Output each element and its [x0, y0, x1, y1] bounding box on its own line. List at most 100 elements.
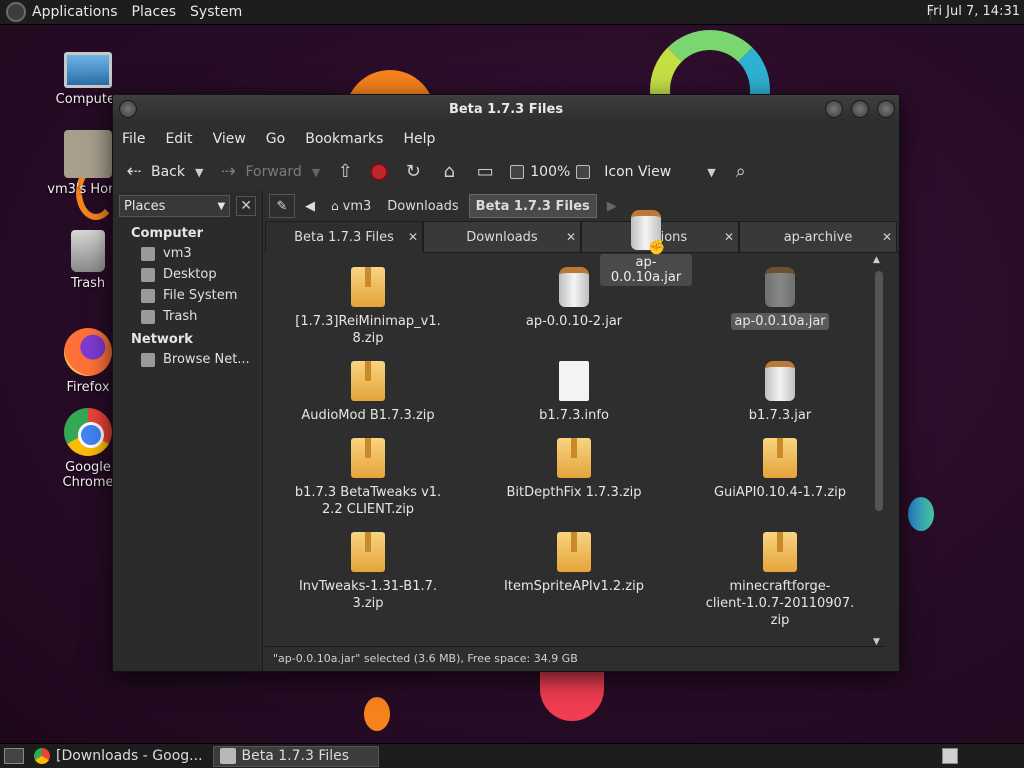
stop-icon: [370, 163, 389, 181]
archive-icon: [351, 361, 385, 401]
firefox-icon: [64, 328, 112, 376]
forward-history-dropdown-icon[interactable]: ▼: [312, 166, 320, 179]
location-edit-icon[interactable]: ✎: [269, 194, 295, 218]
forward-button[interactable]: ⇢ Forward: [217, 161, 302, 183]
show-desktop-icon[interactable]: [4, 748, 24, 764]
places-menu[interactable]: Places: [132, 4, 177, 20]
taskbar-item-file-manager[interactable]: Beta 1.7.3 Files: [212, 745, 379, 767]
computer-button[interactable]: ▭: [474, 161, 496, 183]
back-history-dropdown-icon[interactable]: ▼: [195, 166, 203, 179]
close-tab-icon[interactable]: ✕: [882, 230, 892, 244]
back-button[interactable]: ⇠ Back: [123, 161, 185, 183]
menu-edit[interactable]: Edit: [165, 131, 192, 147]
close-tab-icon[interactable]: ✕: [724, 230, 734, 244]
workspace-switcher[interactable]: [942, 748, 958, 764]
reload-button[interactable]: ↻: [402, 161, 424, 183]
menu-view[interactable]: View: [213, 131, 246, 147]
tab-ap-archive[interactable]: ap-archive ✕: [739, 221, 897, 253]
file-item[interactable]: ItemSpriteAPIv1.2.zip: [471, 528, 677, 633]
menu-help[interactable]: Help: [403, 131, 435, 147]
back-arrow-icon: ⇠: [126, 161, 142, 182]
menu-go[interactable]: Go: [266, 131, 285, 147]
home-button[interactable]: ⌂: [438, 161, 460, 183]
sidebar-item-file-system[interactable]: File System: [113, 285, 262, 306]
search-button[interactable]: ⌕: [730, 161, 752, 183]
tab-label: Beta 1.7.3 Files: [294, 229, 394, 245]
file-item[interactable]: BitDepthFix 1.7.3.zip: [471, 434, 677, 522]
sidebar-item-trash[interactable]: Trash: [113, 306, 262, 327]
file-item[interactable]: b1.7.3 BetaTweaks v1. 2.2 CLIENT.zip: [265, 434, 471, 522]
up-arrow-icon: ⇧: [337, 161, 353, 182]
file-name: minecraftforge-client-1.0.7-20110907. zip: [705, 579, 855, 628]
close-button[interactable]: [877, 100, 895, 118]
taskbar-item-chrome[interactable]: [Downloads - Goog...: [28, 746, 209, 767]
home-folder-icon: [64, 130, 112, 178]
file-name: b1.7.3.info: [539, 408, 609, 423]
window-titlebar[interactable]: Beta 1.7.3 Files: [113, 95, 899, 125]
content-area: Places ▼ ✕ Computer vm3 Desktop File Sys…: [113, 191, 899, 671]
places-combo[interactable]: Places ▼: [119, 195, 231, 217]
drag-ghost: ap-0.0.10a.jar: [600, 210, 692, 286]
tab-label: Downloads: [466, 229, 538, 245]
applications-menu[interactable]: Applications: [32, 4, 118, 20]
tab-label: ap-archive: [783, 229, 853, 245]
desktop-icon: [141, 267, 155, 282]
path-bar: ✎ ◀ ⌂ vm3 Downloads Beta 1.7.3 Files ▶: [265, 191, 899, 221]
sidebar-item-desktop[interactable]: Desktop: [113, 264, 262, 285]
trash-icon: [71, 230, 105, 272]
zoom-in-icon[interactable]: [576, 165, 591, 179]
archive-icon: [557, 438, 591, 478]
stop-button[interactable]: [370, 163, 389, 181]
file-name: GuiAPI0.10.4-1.7.zip: [713, 485, 847, 500]
vertical-scrollbar[interactable]: ▲ ▼: [873, 255, 883, 647]
sidebar-item-label: Browse Net...: [163, 352, 250, 367]
scrollbar-thumb[interactable]: [875, 271, 883, 511]
tab-downloads[interactable]: Downloads ✕: [423, 221, 581, 253]
window-menu-button[interactable]: [119, 100, 137, 118]
tab-beta-files[interactable]: Beta 1.7.3 Files ✕: [265, 221, 423, 253]
path-button-downloads[interactable]: Downloads: [381, 194, 464, 218]
file-name: AudioMod B1.7.3.zip: [301, 408, 435, 423]
menu-bookmarks[interactable]: Bookmarks: [305, 131, 383, 147]
sidebar-item-vm3[interactable]: vm3: [113, 243, 262, 264]
main-pane: ✎ ◀ ⌂ vm3 Downloads Beta 1.7.3 Files ▶ B…: [265, 191, 899, 671]
sidebar-item-label: Trash: [163, 309, 198, 324]
forward-label: Forward: [245, 164, 302, 180]
file-item[interactable]: [1.7.3]ReiMinimap_v1. 8.zip: [265, 263, 471, 351]
sidebar-heading-computer: Computer: [131, 226, 204, 241]
close-tab-icon[interactable]: ✕: [408, 230, 418, 244]
menu-file[interactable]: File: [122, 131, 145, 147]
file-item[interactable]: b1.7.3.jar: [677, 357, 883, 428]
back-label: Back: [151, 164, 185, 180]
system-menu[interactable]: System: [190, 4, 242, 20]
close-tab-icon[interactable]: ✕: [566, 230, 576, 244]
path-button-vm3[interactable]: ⌂ vm3: [325, 194, 377, 218]
file-view: [1.7.3]ReiMinimap_v1. 8.zip ap-0.0.10-2.ja…: [265, 255, 885, 647]
path-scroll-left-icon[interactable]: ◀: [299, 194, 321, 218]
archive-icon: [351, 267, 385, 307]
status-bar: "ap-0.0.10a.jar" selected (3.6 MB), Free…: [265, 646, 885, 670]
scroll-up-icon[interactable]: ▲: [873, 255, 880, 265]
clock[interactable]: Fri Jul 7, 14:31: [927, 4, 1020, 19]
drive-icon: [141, 288, 155, 303]
file-item[interactable]: b1.7.3.info: [471, 357, 677, 428]
maximize-button[interactable]: [851, 100, 869, 118]
file-item[interactable]: minecraftforge-client-1.0.7-20110907. zip: [677, 528, 883, 633]
file-item[interactable]: AudioMod B1.7.3.zip: [265, 357, 471, 428]
zoom-out-icon[interactable]: [510, 165, 525, 179]
file-item[interactable]: InvTweaks-1.31-B1.7. 3.zip: [265, 528, 471, 633]
up-button[interactable]: ⇧: [334, 161, 356, 183]
taskbar-item-label: Beta 1.7.3 Files: [241, 748, 350, 764]
view-mode-select[interactable]: Icon View ▼: [604, 164, 715, 180]
document-icon: [559, 361, 589, 401]
minimize-button[interactable]: [825, 100, 843, 118]
sidebar-item-browse-network[interactable]: Browse Net...: [113, 349, 262, 370]
chevron-down-icon: ▼: [217, 200, 226, 212]
path-button-current[interactable]: Beta 1.7.3 Files: [468, 194, 597, 218]
close-sidebar-icon[interactable]: ✕: [236, 196, 256, 216]
file-item[interactable]: GuiAPI0.10.4-1.7.zip: [677, 434, 883, 522]
file-item[interactable]: ap-0.0.10a.jar: [677, 263, 883, 351]
main-menu-logo-icon[interactable]: [6, 2, 26, 22]
drag-label: ap-0.0.10a.jar: [600, 254, 692, 286]
file-grid: [1.7.3]ReiMinimap_v1. 8.zip ap-0.0.10-2.ja…: [265, 263, 885, 633]
